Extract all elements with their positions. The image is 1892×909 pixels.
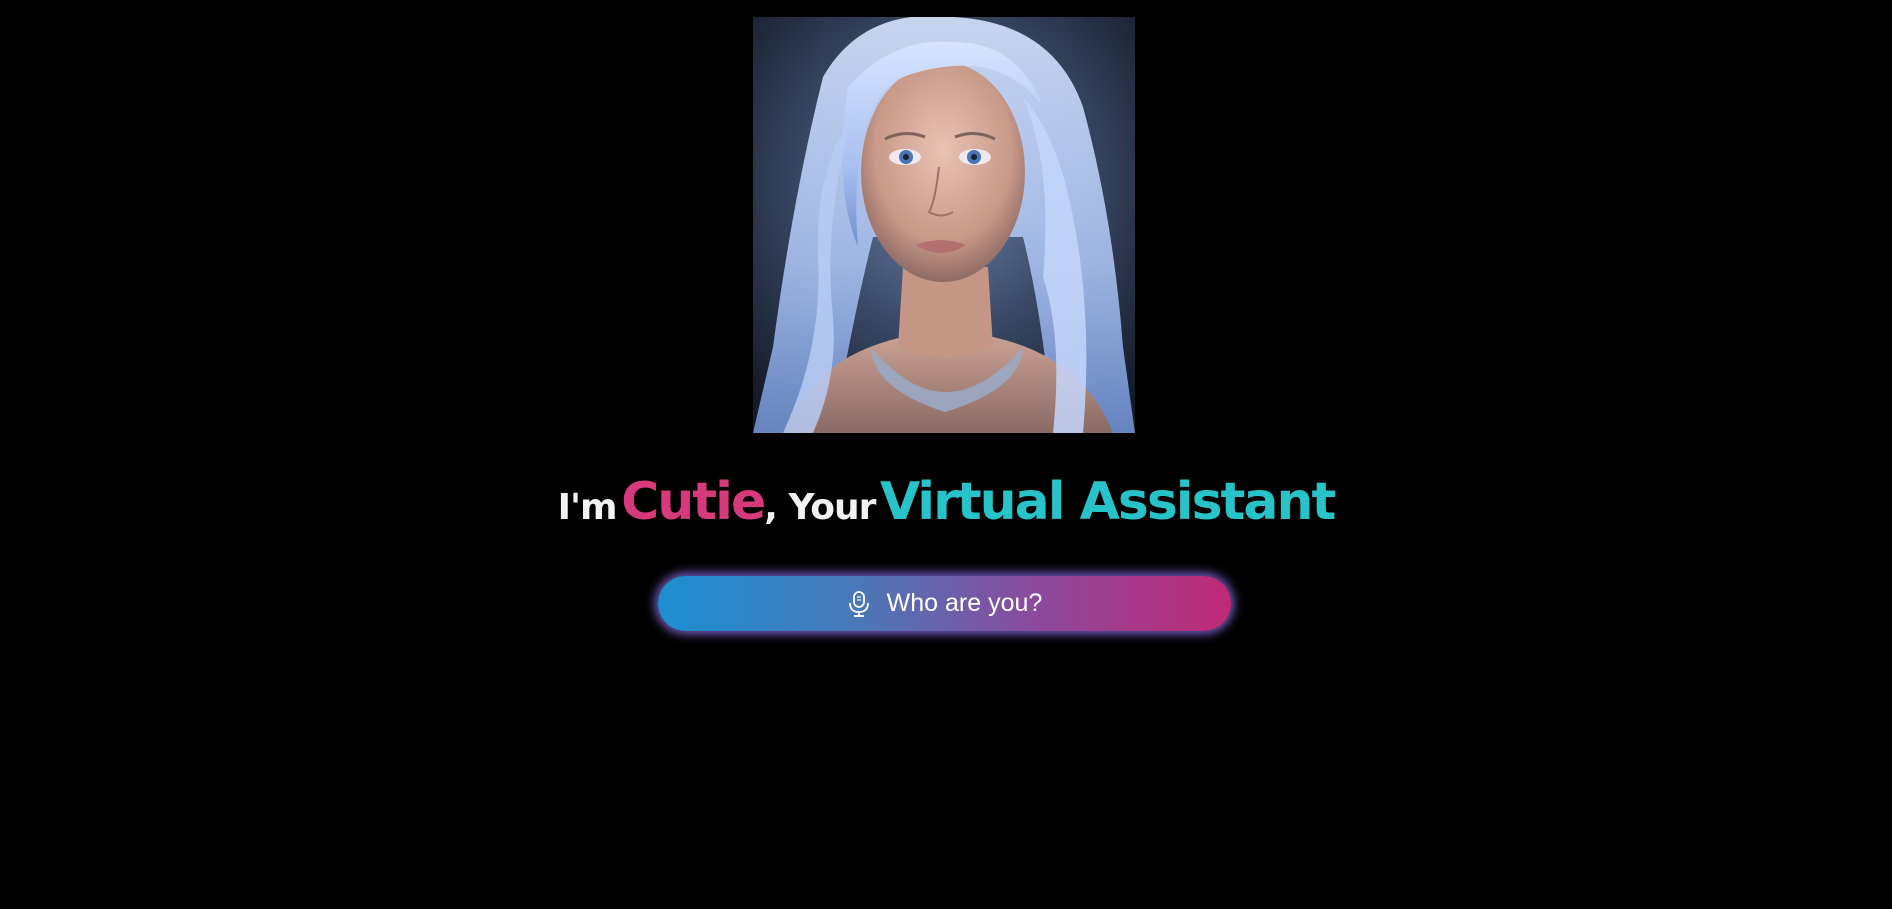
headline-middle: , Your — [764, 487, 876, 528]
page-title: I'm Cutie, Your Virtual Assistant — [0, 472, 1892, 532]
page: I'm Cutie, Your Virtual Assistant Who ar… — [0, 0, 1892, 909]
assistant-role: Virtual Assistant — [879, 472, 1336, 532]
assistant-portrait — [753, 17, 1135, 433]
microphone-icon — [847, 590, 871, 618]
voice-query-label: Who are you? — [886, 589, 1043, 617]
headline-prefix: I'm — [557, 487, 618, 528]
voice-query-button[interactable]: Who are you? — [658, 576, 1231, 631]
assistant-name: Cutie — [621, 472, 766, 532]
